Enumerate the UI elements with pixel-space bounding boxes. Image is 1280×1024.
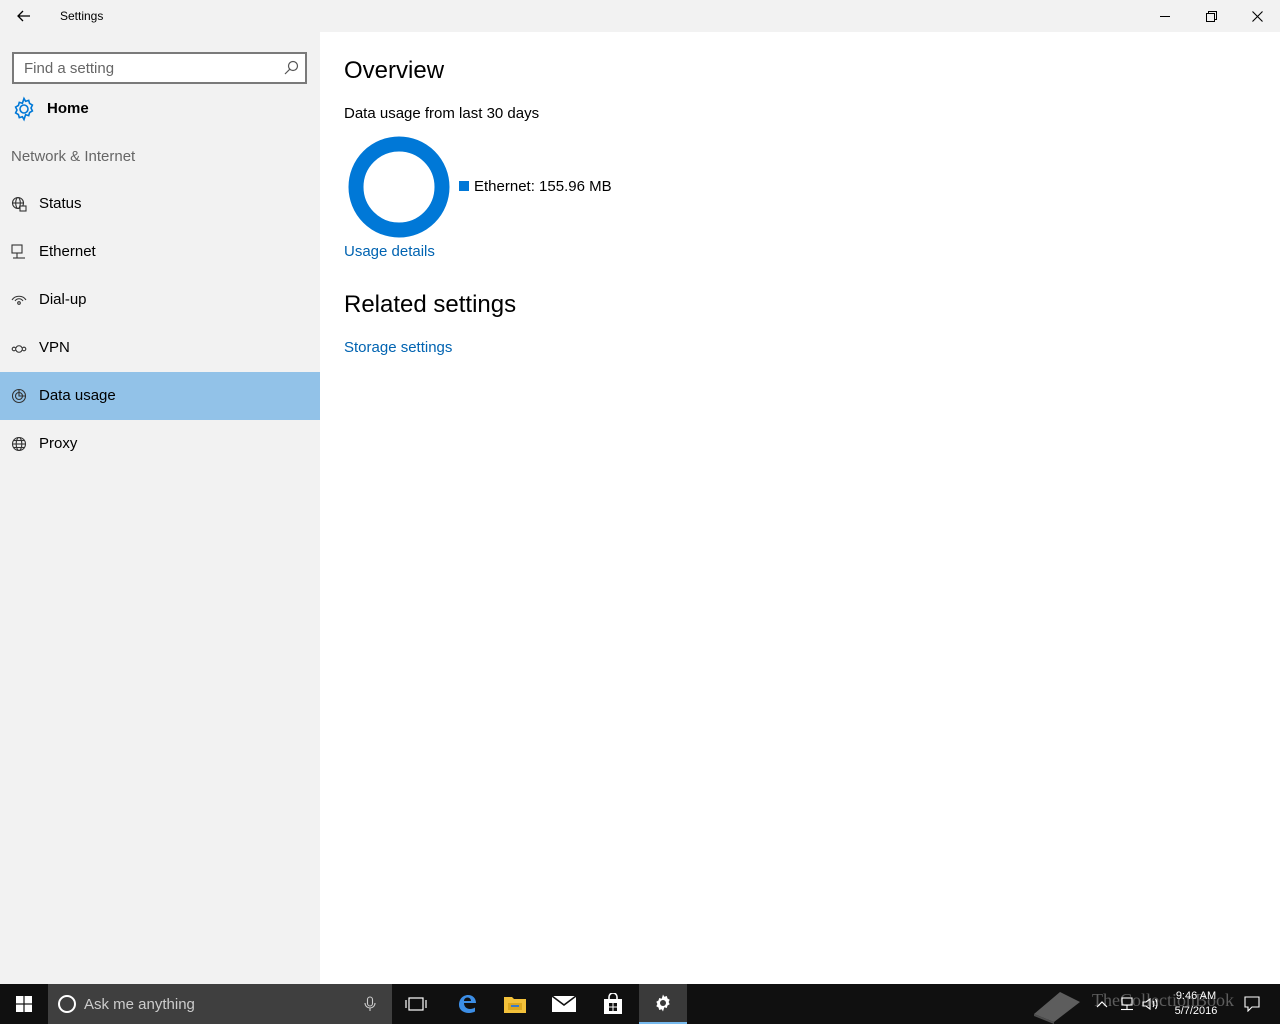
related-settings-title: Related settings	[344, 291, 517, 318]
network-tray-button[interactable]	[1116, 984, 1138, 1024]
mail-icon	[551, 995, 577, 1012]
search-box[interactable]	[12, 52, 307, 84]
sidebar-item-ethernet[interactable]: Ethernet	[0, 228, 320, 276]
home-label: Home	[47, 100, 89, 117]
clock-date: 5/7/2016	[1174, 1005, 1218, 1017]
sidebar: Home Network & Internet Status Ethernet …	[0, 32, 320, 984]
ethernet-icon	[11, 244, 25, 259]
cortana-search[interactable]: Ask me anything	[48, 984, 392, 1024]
legend-label-ethernet: Ethernet: 155.96 MB	[474, 178, 612, 195]
close-icon	[1251, 10, 1263, 22]
minimize-icon	[1160, 16, 1170, 17]
sidebar-item-label: VPN	[39, 339, 70, 356]
back-button[interactable]	[0, 0, 48, 32]
home-nav[interactable]: Home	[0, 88, 320, 128]
legend-swatch-ethernet	[459, 181, 469, 191]
notification-icon	[1244, 996, 1260, 1012]
proxy-globe-icon	[11, 436, 27, 452]
storage-settings-link[interactable]: Storage settings	[344, 339, 452, 356]
mail-button[interactable]	[540, 984, 588, 1024]
settings-icon	[656, 994, 670, 1012]
store-icon	[604, 993, 622, 1014]
sidebar-item-label: Status	[39, 195, 82, 212]
sidebar-item-proxy[interactable]: Proxy	[0, 420, 320, 468]
edge-icon	[459, 995, 476, 1013]
restore-button[interactable]	[1188, 0, 1234, 32]
sidebar-item-vpn[interactable]: VPN	[0, 324, 320, 372]
chevron-up-icon	[1096, 1001, 1108, 1008]
file-explorer-icon	[504, 997, 526, 1013]
main-content: Overview Data usage from last 30 days Et…	[320, 32, 1280, 984]
taskbar-clock[interactable]: 9:46 AM 5/7/2016	[1166, 989, 1226, 1019]
restore-icon	[1205, 10, 1217, 22]
page-title: Overview	[344, 57, 445, 84]
network-icon	[1121, 997, 1133, 1011]
status-globe-icon	[11, 196, 27, 212]
sidebar-item-data-usage[interactable]: Data usage	[0, 372, 320, 420]
sidebar-item-dial-up[interactable]: Dial-up	[0, 276, 320, 324]
vpn-icon	[11, 345, 27, 353]
sidebar-item-label: Data usage	[39, 387, 116, 404]
sidebar-item-label: Proxy	[39, 435, 78, 452]
clock-time: 9:46 AM	[1175, 990, 1217, 1002]
data-usage-donut-chart	[348, 136, 450, 238]
show-hidden-icons-button[interactable]	[1092, 984, 1112, 1024]
search-icon[interactable]	[283, 60, 299, 76]
file-explorer-button[interactable]	[491, 984, 539, 1024]
title-bar: Settings	[0, 0, 1280, 32]
cortana-search-placeholder: Ask me anything	[84, 996, 195, 1013]
book-logo-icon	[1034, 992, 1080, 1024]
edge-button[interactable]	[443, 984, 491, 1024]
gear-icon	[14, 96, 34, 122]
usage-subtitle: Data usage from last 30 days	[344, 105, 540, 122]
section-title: Network & Internet	[11, 148, 136, 165]
windows-logo-icon	[16, 996, 32, 1012]
start-button[interactable]	[0, 984, 48, 1024]
search-input[interactable]	[14, 54, 274, 82]
window-title: Settings	[60, 9, 104, 23]
dialup-icon	[11, 295, 27, 305]
settings-taskbar-button[interactable]	[639, 984, 687, 1024]
volume-tray-button[interactable]	[1140, 984, 1162, 1024]
volume-icon	[1142, 997, 1158, 1011]
task-view-icon	[405, 997, 427, 1011]
taskbar: Ask me anything TheCollectionBook 9:46 A…	[0, 984, 1280, 1024]
close-button[interactable]	[1234, 0, 1280, 32]
back-arrow-icon	[17, 10, 30, 22]
sidebar-item-label: Ethernet	[39, 243, 96, 260]
store-button[interactable]	[589, 984, 637, 1024]
sidebar-item-status[interactable]: Status	[0, 180, 320, 228]
minimize-button[interactable]	[1142, 0, 1188, 32]
sidebar-item-label: Dial-up	[39, 291, 87, 308]
usage-details-link[interactable]: Usage details	[344, 243, 435, 260]
data-usage-icon	[11, 388, 27, 404]
donut-slice-ethernet	[348, 136, 450, 238]
cortana-icon	[58, 995, 76, 1013]
action-center-button[interactable]	[1238, 984, 1266, 1024]
microphone-icon[interactable]	[364, 996, 376, 1012]
task-view-button[interactable]	[392, 984, 440, 1024]
